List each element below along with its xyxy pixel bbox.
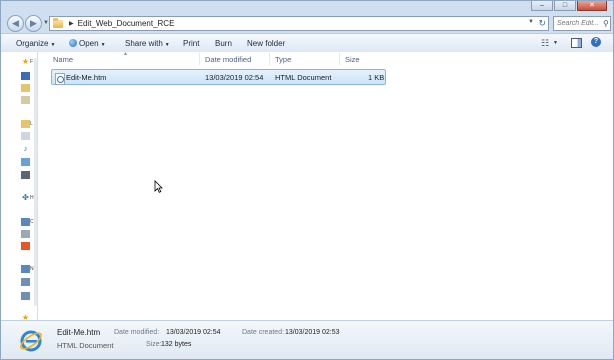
- minimize-button[interactable]: –: [531, 1, 553, 11]
- chevron-down-icon: ▼: [100, 42, 106, 48]
- organize-button[interactable]: Organize ▼: [16, 39, 55, 48]
- details-date-created: 13/03/2019 02:53: [285, 329, 340, 336]
- computer-icon[interactable]: [21, 218, 30, 226]
- details-date-modified: 13/03/2019 02:54: [166, 329, 221, 336]
- preview-pane-icon[interactable]: [571, 38, 582, 48]
- breadcrumb-chevron-icon[interactable]: ▶: [69, 20, 74, 27]
- network-computer-icon[interactable]: [21, 292, 30, 300]
- close-button[interactable]: ✕: [577, 1, 607, 11]
- network-computer-icon[interactable]: [21, 278, 30, 286]
- file-list: ▲ Name Date modified Type Size Edit-Me.h…: [38, 51, 613, 320]
- column-divider[interactable]: [199, 53, 200, 65]
- downloads-icon[interactable]: [21, 84, 30, 92]
- music-icon[interactable]: ♪: [21, 145, 30, 153]
- breadcrumb-folder[interactable]: Edit_Web_Document_RCE: [78, 19, 175, 28]
- network-icon[interactable]: [21, 265, 30, 273]
- folder-icon: [53, 17, 63, 28]
- details-size: 132 bytes: [161, 341, 192, 348]
- address-bar[interactable]: ▶ Edit_Web_Document_RCE ▼ ↻: [49, 16, 549, 31]
- details-pane: Edit-Me.htm HTML Document Date modified:…: [1, 320, 613, 359]
- view-dropdown-icon[interactable]: ▼: [553, 40, 558, 46]
- forward-button[interactable]: ▶: [25, 15, 42, 32]
- share-with-label: Share with: [125, 39, 163, 48]
- videos-icon[interactable]: [21, 171, 30, 179]
- details-size-label: Size:: [146, 341, 162, 348]
- back-button[interactable]: ◀: [7, 15, 24, 32]
- minimize-icon: –: [540, 2, 544, 9]
- recent-places-icon[interactable]: [21, 96, 30, 104]
- open-button[interactable]: Open ▼: [69, 39, 106, 48]
- title-bar: – □ ✕: [1, 1, 613, 15]
- back-arrow-icon: ◀: [12, 18, 19, 28]
- documents-icon[interactable]: [21, 132, 30, 140]
- column-divider[interactable]: [269, 53, 270, 65]
- sort-ascending-icon: ▲: [123, 51, 128, 57]
- burn-button[interactable]: Burn: [215, 39, 232, 48]
- file-date-modified: 13/03/2019 02:54: [205, 73, 264, 82]
- mouse-pointer-icon: [154, 180, 163, 193]
- column-header-date-modified[interactable]: Date modified: [205, 55, 251, 64]
- file-row[interactable]: Edit-Me.htm 13/03/2019 02:54 HTML Docume…: [51, 69, 386, 85]
- search-icon[interactable]: ⚲: [603, 19, 609, 28]
- open-label: Open: [79, 39, 99, 48]
- column-header-size[interactable]: Size: [345, 55, 360, 64]
- command-bar: Organize ▼ Open ▼ Share with ▼ Print Burn N…: [1, 33, 613, 53]
- pictures-icon[interactable]: [21, 158, 30, 166]
- internet-explorer-icon: [69, 39, 77, 47]
- share-with-button[interactable]: Share with ▼: [125, 39, 170, 48]
- maximize-icon: □: [562, 2, 568, 9]
- column-divider[interactable]: [339, 53, 340, 65]
- nav-label-fragment: L: [30, 121, 33, 127]
- html-file-icon: [55, 73, 65, 85]
- search-box[interactable]: ⚲: [553, 16, 611, 31]
- file-type: HTML Document: [275, 73, 332, 82]
- navigation-scrollbar[interactable]: [34, 58, 37, 306]
- chevron-down-icon: ▼: [164, 42, 170, 48]
- internet-explorer-icon: [20, 330, 42, 352]
- column-header-type[interactable]: Type: [275, 55, 291, 64]
- refresh-icon[interactable]: ↻: [538, 17, 546, 29]
- print-button[interactable]: Print: [183, 39, 199, 48]
- address-dropdown-icon[interactable]: ▼: [528, 19, 534, 25]
- details-file-type: HTML Document: [57, 341, 114, 350]
- explorer-window: – □ ✕ ◀ ▶ ▼ ▶ Edit_Web_Document_RCE ▼ ↻ …: [0, 0, 614, 360]
- nav-label-fragment: F: [30, 59, 34, 65]
- details-date-created-label: Date created:: [242, 329, 285, 336]
- desktop-icon[interactable]: [21, 72, 30, 80]
- help-icon[interactable]: ?: [591, 37, 601, 47]
- homegroup-icon[interactable]: ✤: [21, 194, 30, 202]
- new-folder-button[interactable]: New folder: [247, 39, 285, 48]
- navigation-pane: ★ F L ♪ ✤ H C N ★: [1, 52, 38, 320]
- details-file-name: Edit-Me.htm: [57, 328, 101, 337]
- change-view-icon[interactable]: ☷: [541, 38, 549, 49]
- close-icon: ✕: [589, 2, 595, 9]
- local-disk-icon[interactable]: [21, 230, 30, 238]
- maximize-button[interactable]: □: [554, 1, 576, 11]
- file-name: Edit-Me.htm: [66, 73, 107, 82]
- file-size: 1 KB: [368, 73, 385, 82]
- details-date-modified-label: Date modified:: [114, 329, 160, 336]
- window-controls: – □ ✕: [531, 1, 607, 11]
- column-header-name[interactable]: Name: [53, 55, 73, 64]
- navigation-row: ◀ ▶ ▼ ▶ Edit_Web_Document_RCE ▼ ↻ ⚲: [5, 14, 611, 32]
- search-input[interactable]: [554, 20, 603, 27]
- favorites-star-icon[interactable]: ★: [21, 58, 30, 66]
- forward-arrow-icon: ▶: [30, 18, 37, 28]
- chevron-down-icon: ▼: [50, 42, 56, 48]
- libraries-icon[interactable]: [21, 120, 30, 128]
- organize-label: Organize: [16, 39, 49, 48]
- office-icon[interactable]: [21, 242, 30, 250]
